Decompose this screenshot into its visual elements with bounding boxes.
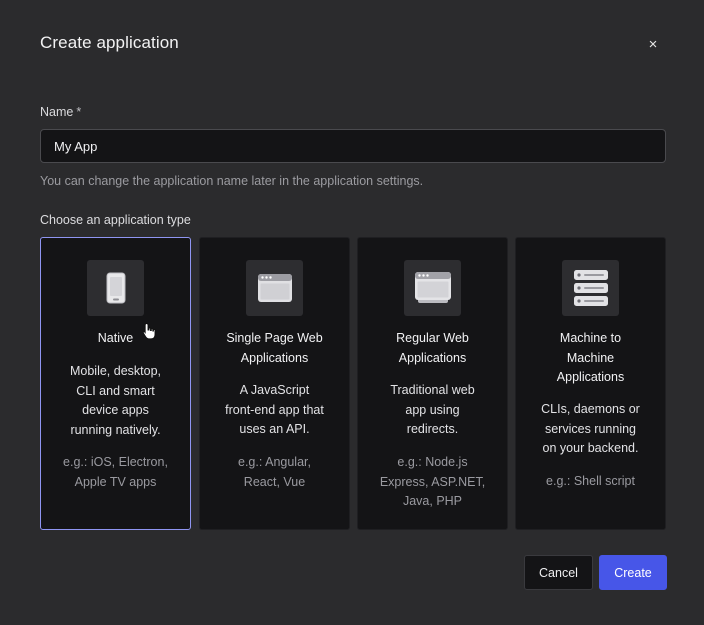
card-examples: e.g.: Node.js Express, ASP.NET, Java, PH… <box>379 455 486 508</box>
close-button[interactable]: × <box>642 33 664 55</box>
card-description: A JavaScript front-end app that uses an … <box>225 383 324 436</box>
app-type-card-m2m[interactable]: Machine to Machine Applications CLIs, da… <box>515 237 666 530</box>
create-button[interactable]: Create <box>599 555 667 590</box>
close-icon: × <box>648 35 658 53</box>
card-examples: e.g.: Angular, React, Vue <box>238 455 311 489</box>
card-description: Traditional web app using redirects. <box>390 383 475 436</box>
app-type-card-regular-web[interactable]: Regular Web Applications Traditional web… <box>357 237 508 530</box>
create-application-dialog: Create application × Name* You can chang… <box>0 0 704 625</box>
name-field-label: Name * <box>40 105 81 119</box>
card-title: Single Page Web Applications <box>226 331 323 365</box>
mobile-phone-icon <box>87 260 144 316</box>
name-label-text: Name <box>40 105 74 119</box>
card-description: Mobile, desktop, CLI and smart device ap… <box>69 364 162 437</box>
name-helper-text: You can change the application name late… <box>40 174 424 188</box>
app-type-card-native[interactable]: Native Mobile, desktop, CLI and smart de… <box>40 237 191 530</box>
card-title: Regular Web Applications <box>396 331 469 365</box>
app-type-label: Choose an application type <box>40 213 191 227</box>
name-input[interactable] <box>40 129 666 163</box>
card-examples: e.g.: Shell script <box>546 474 635 488</box>
stacked-browser-icon <box>404 260 461 316</box>
server-stack-icon <box>562 260 619 316</box>
app-type-card-spa[interactable]: Single Page Web Applications A JavaScrip… <box>199 237 350 530</box>
cancel-button[interactable]: Cancel <box>524 555 593 590</box>
required-mark: * <box>76 105 82 119</box>
mouse-pointer-icon <box>142 323 156 340</box>
browser-window-icon <box>246 260 303 316</box>
dialog-title: Create application <box>40 33 179 52</box>
card-title: Machine to Machine Applications <box>556 331 625 384</box>
card-title: Native <box>97 331 134 345</box>
card-description: CLIs, daemons or services running on you… <box>541 402 640 455</box>
card-examples: e.g.: iOS, Electron, Apple TV apps <box>63 455 168 489</box>
app-type-options: Native Mobile, desktop, CLI and smart de… <box>40 237 666 530</box>
